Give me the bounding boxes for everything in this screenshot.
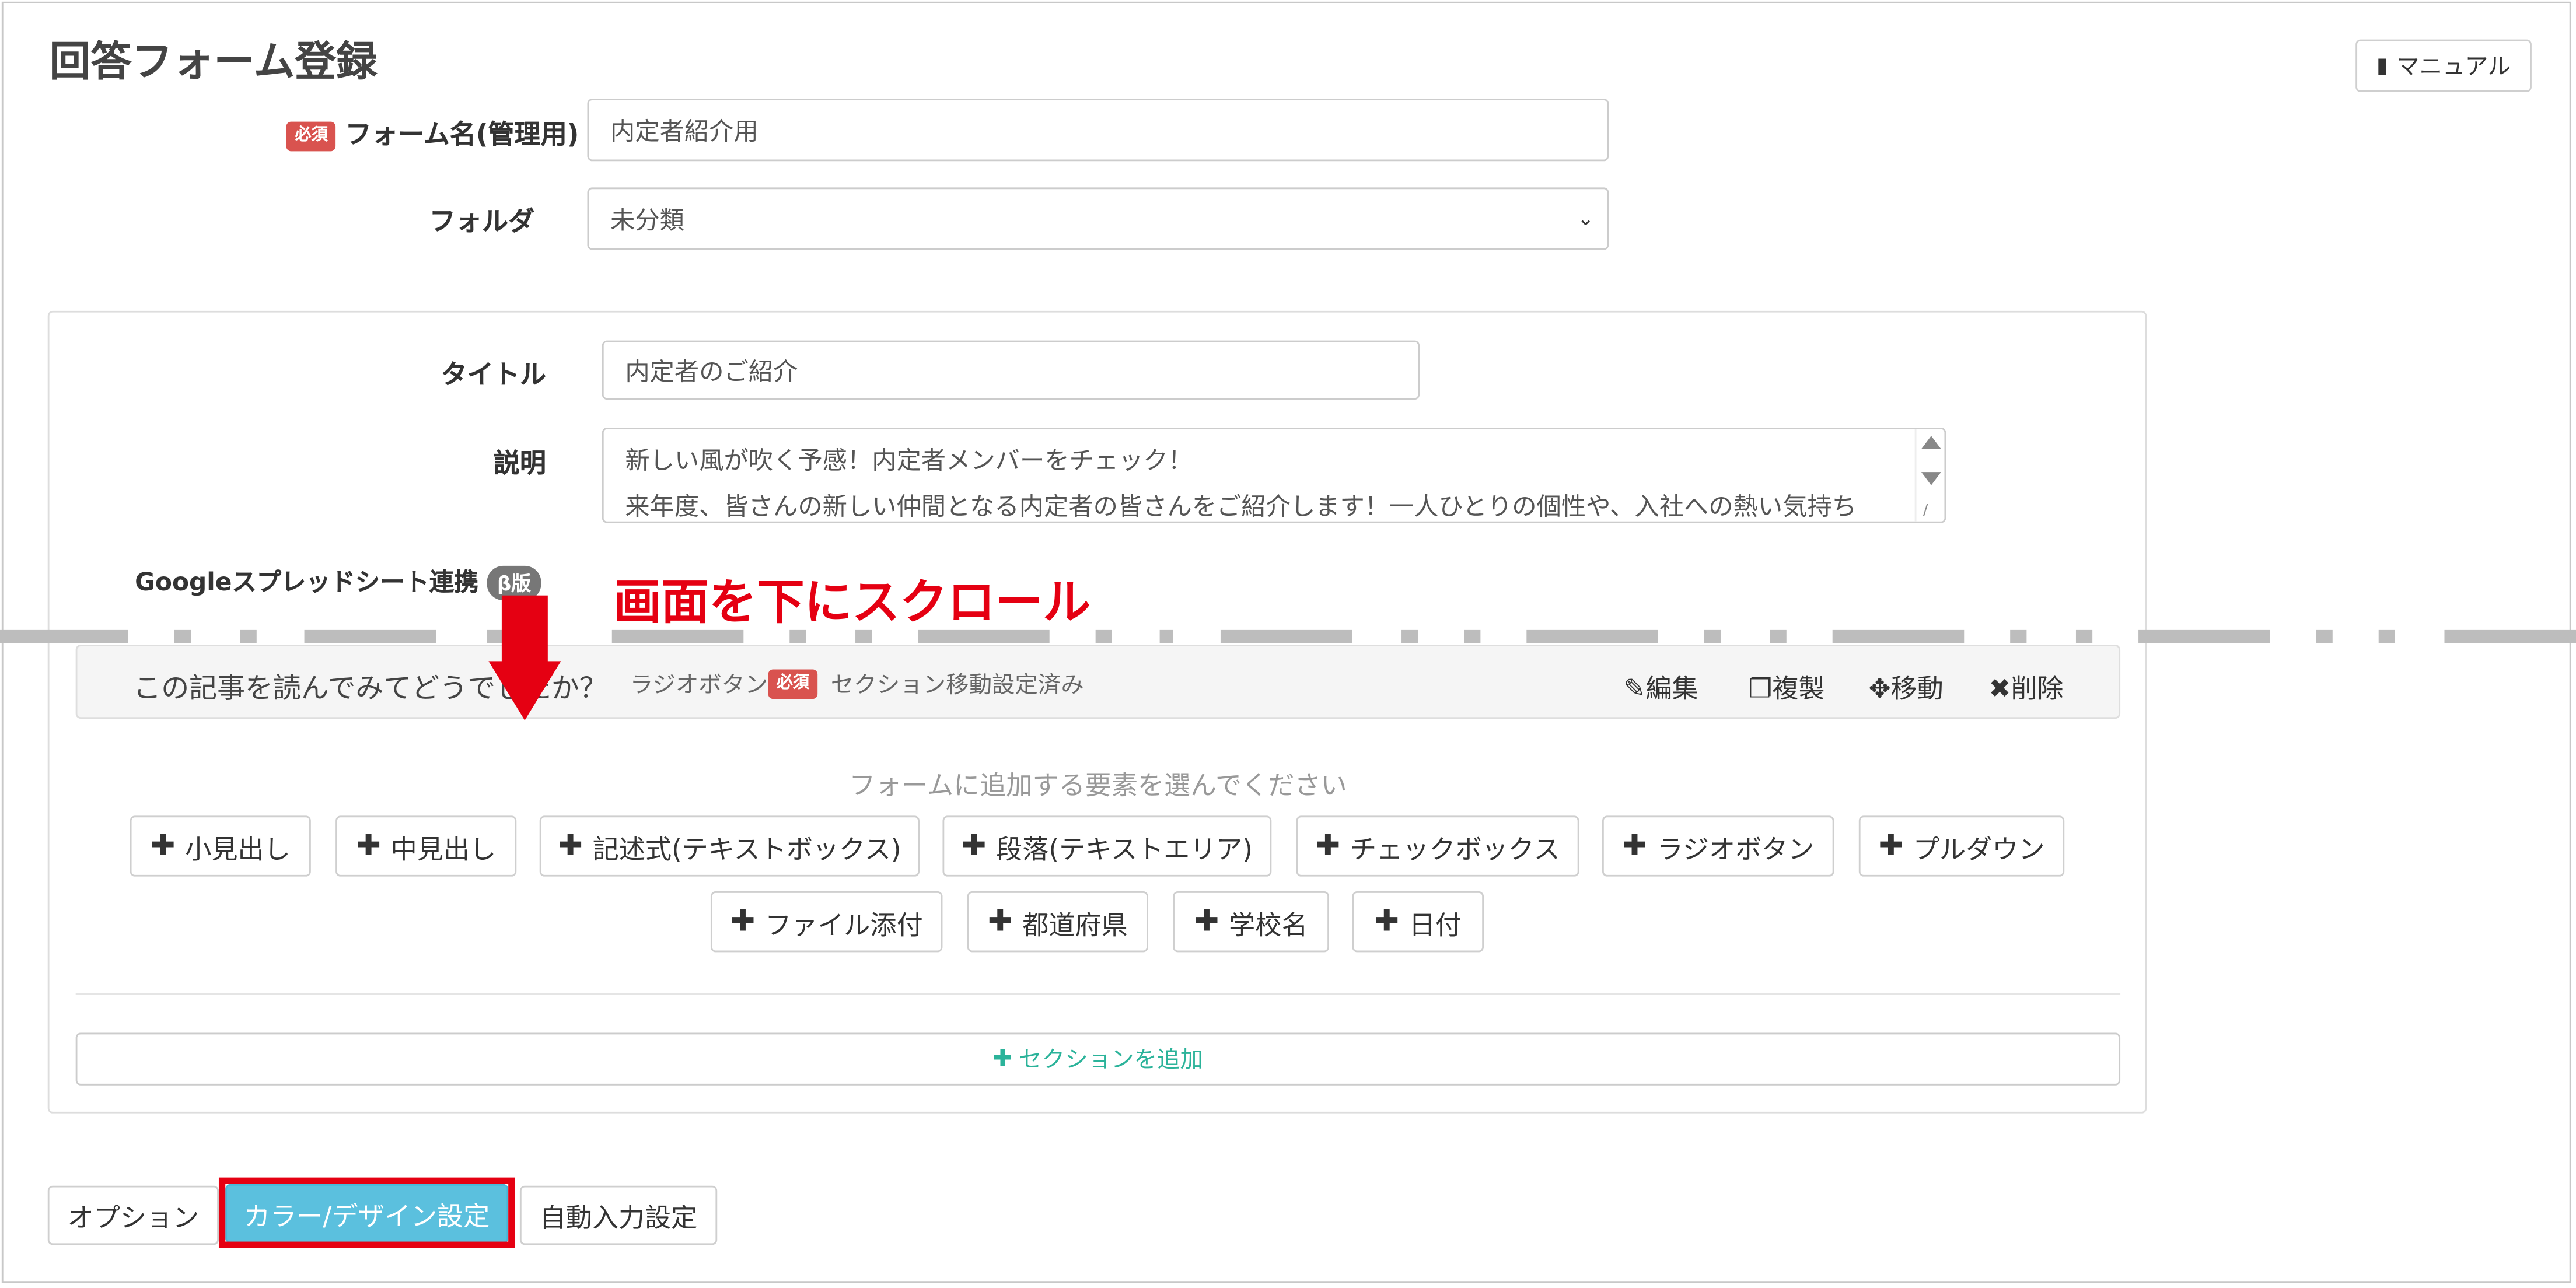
- tab-auto-input-label: 自動入力設定: [539, 1202, 698, 1234]
- add-radio-label: ラジオボタン: [1656, 832, 1815, 864]
- google-sheets-label: Googleスプレッドシート連携 β版: [135, 564, 541, 601]
- add-school-button[interactable]: ✚ 学校名: [1173, 891, 1329, 953]
- add-textarea-label: 段落(テキストエリア): [996, 832, 1253, 864]
- title-input[interactable]: 内定者のご紹介: [602, 340, 1420, 400]
- scroll-annotation: 画面を下にスクロール: [613, 573, 1091, 630]
- plus-icon: ✚: [1315, 828, 1341, 864]
- add-checkbox-button[interactable]: ✚ チェックボックス: [1296, 816, 1579, 877]
- question-type: ラジオボタン: [630, 673, 768, 699]
- tab-options-label: オプション: [67, 1202, 200, 1234]
- tab-auto-input[interactable]: 自動入力設定: [519, 1185, 718, 1245]
- section-divider: [75, 993, 2121, 995]
- scroll-down-icon[interactable]: [1921, 472, 1941, 485]
- add-prefecture-label: 都道府県: [1022, 908, 1128, 940]
- tab-options[interactable]: オプション: [47, 1185, 219, 1245]
- arrow-down-icon: [488, 595, 561, 720]
- add-file-label: ファイル添付: [765, 908, 923, 940]
- add-prefecture-button[interactable]: ✚ 都道府県: [967, 891, 1148, 953]
- description-label: 説明: [493, 447, 547, 479]
- add-school-label: 学校名: [1229, 908, 1308, 940]
- add-textbox-button[interactable]: ✚ 記述式(テキストボックス): [539, 816, 920, 877]
- form-name-value: 内定者紹介用: [610, 116, 759, 146]
- plus-icon: ✚: [356, 828, 381, 864]
- section-move-note: セクション移動設定済み: [830, 673, 1084, 699]
- form-name-label: 必須 フォーム名(管理用): [247, 112, 579, 152]
- plus-icon: ✚: [1374, 904, 1399, 939]
- google-sheets-label-text: Googleスプレッドシート連携: [135, 567, 479, 597]
- move-action[interactable]: ✥移動: [1869, 666, 1944, 706]
- page-title: 回答フォーム登録: [49, 37, 378, 86]
- move-icon: ✥: [1868, 673, 1891, 704]
- form-name-input[interactable]: 内定者紹介用: [587, 99, 1609, 162]
- folder-select-value: 未分類: [610, 205, 684, 235]
- add-small-heading-label: 小見出し: [185, 832, 291, 864]
- plus-icon: ✚: [150, 828, 176, 864]
- description-line-2: 来年度、皆さんの新しい仲間となる内定者の皆さんをご紹介します！一人ひとりの個性や…: [625, 491, 1857, 522]
- textarea-scrollbar[interactable]: ∕: [1914, 429, 1945, 522]
- required-badge: 必須: [286, 121, 336, 150]
- plus-icon: ✚: [1622, 828, 1647, 864]
- pencil-icon: ✎: [1623, 673, 1646, 704]
- add-section-button[interactable]: ✚ セクションを追加: [75, 1032, 2121, 1086]
- question-required-badge: 必須: [768, 669, 818, 699]
- title-value: 内定者のご紹介: [625, 356, 798, 386]
- manual-button-label: マニュアル: [2396, 54, 2511, 81]
- description-textarea[interactable]: 新しい風が吹く予感！内定者メンバーをチェック！ 来年度、皆さんの新しい仲間となる…: [602, 428, 1946, 523]
- add-textarea-button[interactable]: ✚ 段落(テキストエリア): [942, 816, 1272, 877]
- folder-select[interactable]: 未分類 ⌄: [587, 187, 1609, 250]
- copy-icon: ❐: [1748, 673, 1773, 704]
- scroll-up-icon[interactable]: [1921, 436, 1941, 449]
- highlight-box: [218, 1177, 515, 1248]
- add-small-heading-button[interactable]: ✚ 小見出し: [130, 816, 311, 877]
- resize-handle-icon[interactable]: ∕: [1923, 503, 1928, 520]
- add-date-button[interactable]: ✚ 日付: [1352, 891, 1484, 953]
- plus-icon: ✚: [1194, 904, 1219, 939]
- scroll-break-line: [0, 629, 2576, 643]
- question-item[interactable]: この記事を読んでみてどうでしたか？ ラジオボタン 必須 セクション移動設定済み …: [75, 645, 2121, 719]
- copy-label: 複製: [1772, 673, 1825, 704]
- form-editor-screen: 回答フォーム登録 ▮ マニュアル 必須 フォーム名(管理用) 内定者紹介用 フォ…: [0, 0, 2576, 1288]
- edit-action[interactable]: ✎編集: [1624, 666, 1698, 706]
- plus-icon: ✚: [961, 828, 987, 864]
- plus-icon: ✚: [987, 904, 1013, 939]
- delete-label: 削除: [2011, 673, 2064, 704]
- add-medium-heading-label: 中見出し: [390, 832, 497, 864]
- folder-label: フォルダ: [429, 205, 535, 237]
- chevron-down-icon: ⌄: [1577, 207, 1594, 230]
- add-checkbox-label: チェックボックス: [1350, 832, 1560, 864]
- plus-icon: ✚: [730, 904, 756, 939]
- plus-icon: ✚: [992, 1046, 1012, 1073]
- add-file-button[interactable]: ✚ ファイル添付: [710, 891, 943, 953]
- add-medium-heading-button[interactable]: ✚ 中見出し: [335, 816, 517, 877]
- form-name-label-text: フォーム名(管理用): [345, 118, 579, 150]
- close-icon: ✖: [1988, 673, 2011, 704]
- title-label: タイトル: [441, 358, 547, 390]
- book-icon: ▮: [2376, 53, 2389, 78]
- delete-action[interactable]: ✖削除: [1989, 666, 2064, 706]
- edit-label: 編集: [1645, 673, 1698, 704]
- plus-icon: ✚: [1878, 828, 1904, 864]
- move-label: 移動: [1890, 673, 1944, 704]
- add-date-label: 日付: [1408, 908, 1462, 940]
- add-section-label: セクションを追加: [1019, 1047, 1203, 1074]
- manual-button[interactable]: ▮ マニュアル: [2355, 39, 2532, 92]
- add-element-hint: フォームに追加する要素を選んでください: [849, 769, 1347, 801]
- description-line-1: 新しい風が吹く予感！内定者メンバーをチェック！: [625, 446, 1193, 475]
- plus-icon: ✚: [558, 828, 583, 864]
- add-pulldown-button[interactable]: ✚ プルダウン: [1858, 816, 2065, 877]
- add-textbox-label: 記述式(テキストボックス): [592, 832, 901, 864]
- add-radio-button[interactable]: ✚ ラジオボタン: [1602, 816, 1834, 877]
- add-pulldown-label: プルダウン: [1913, 832, 2045, 864]
- copy-action[interactable]: ❐複製: [1749, 666, 1825, 706]
